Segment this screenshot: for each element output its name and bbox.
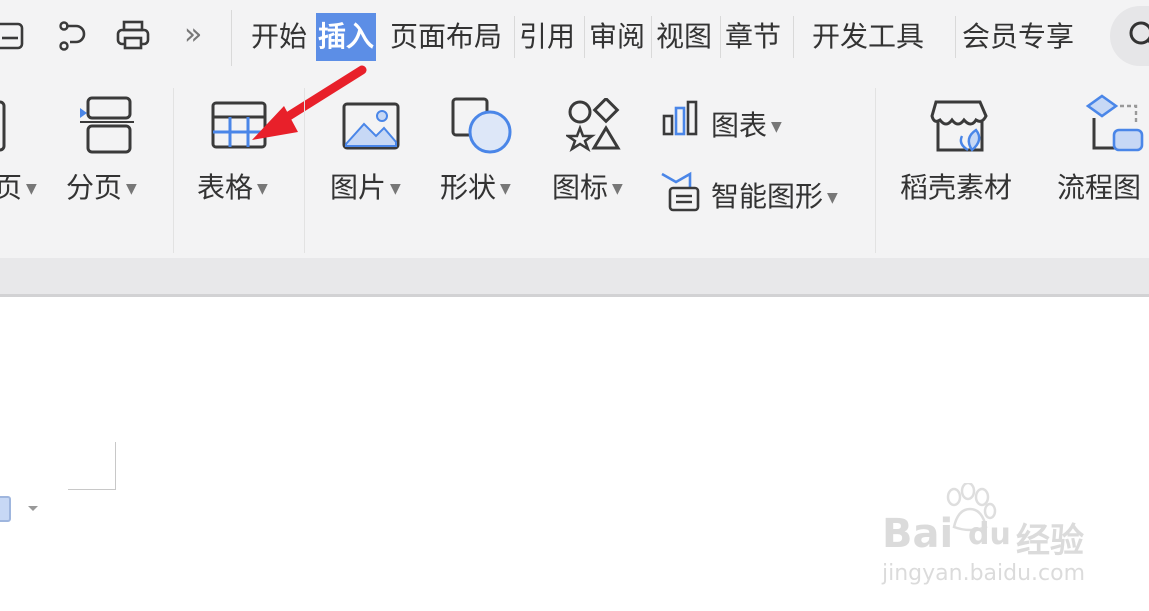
chevron-down-icon: ▼ [500,181,511,197]
paste-options-icon[interactable] [0,495,44,529]
tab-divider [955,16,956,58]
tab-divider [720,16,721,58]
tab-insert[interactable]: 插入 [316,13,377,61]
chevron-down-icon: ▼ [390,181,401,197]
tab-member-exclusive[interactable]: 会员专享 [962,14,1074,60]
undo-icon[interactable] [52,16,92,56]
page-margin-marker [115,442,116,490]
chevron-down-icon: ▼ [771,119,782,135]
ruler-bar [0,258,1149,297]
table-button[interactable]: 表格 ▼ [197,166,268,206]
page-margin-marker [68,489,116,490]
print-icon[interactable] [114,16,154,56]
menu-tab-bar: » 开始 插入 页面布局 引用 审阅 视图 章节 开发工具 会员专享 [0,0,1149,80]
insert-ribbon: 页 ▼ 分页 ▼ 表格 ▼ 图片 ▼ 形状 ▼ 图标 ▼ 图表 ▼ 智能图形 ▼… [0,65,1149,258]
picture-button[interactable]: 图片 ▼ [330,166,401,206]
smart-art-icon[interactable] [660,170,700,212]
chart-icon[interactable] [662,100,698,136]
shape-icon[interactable] [450,96,514,156]
shape-label: 形状 [440,171,497,204]
chevron-down-icon: ▼ [612,181,623,197]
more-quick-access-icon[interactable]: » [184,12,202,58]
watermark-url: jingyan.baidu.com [882,561,1086,586]
tab-start[interactable]: 开始 [251,14,307,60]
chevron-down-icon: ▼ [827,190,838,206]
chart-button[interactable]: 图表 ▼ [711,104,782,144]
picture-icon[interactable] [342,102,400,150]
page-break-label: 分页 [66,171,123,204]
tab-review[interactable]: 审阅 [589,14,645,60]
icon-label: 图标 [552,171,609,204]
group-divider [304,88,305,253]
tab-divider [231,10,232,66]
document-canvas[interactable]: Bai du 经验 jingyan.baidu.com [0,297,1149,611]
tab-references[interactable]: 引用 [519,14,575,60]
page-break-icon[interactable] [78,96,136,156]
group-divider [875,88,876,253]
flowchart-icon[interactable] [1084,94,1146,156]
blank-page-icon[interactable] [0,98,10,154]
watermark-brand-right: du [968,517,1011,552]
group-divider [173,88,174,253]
tab-developer-tools[interactable]: 开发工具 [812,14,924,60]
chevron-down-icon: ▼ [126,181,137,197]
page-break-button[interactable]: 分页 ▼ [66,166,137,206]
search-icon [1129,21,1149,45]
search-button[interactable] [1110,6,1149,66]
watermark-brand-cn: 经验 [1016,521,1084,561]
save-icon[interactable] [0,16,32,56]
tab-divider [651,16,652,58]
blank-page-label: 页 [0,171,23,204]
smart-art-label: 智能图形 [711,180,824,213]
smart-art-button[interactable]: 智能图形 ▼ [711,175,838,215]
table-label: 表格 [197,171,254,204]
watermark-brand-left: Bai [882,511,954,557]
tab-divider [514,16,515,58]
icon-button[interactable]: 图标 ▼ [552,166,623,206]
docer-material-icon[interactable] [930,98,992,154]
shape-button[interactable]: 形状 ▼ [440,166,511,206]
tab-divider [584,16,585,58]
flowchart-button[interactable]: 流程图 [1057,166,1141,206]
blank-page-button[interactable]: 页 ▼ [0,166,37,206]
docer-material-button[interactable]: 稻壳素材 [900,166,1012,206]
tab-divider [793,16,794,58]
tab-view[interactable]: 视图 [656,14,712,60]
picture-label: 图片 [330,171,387,204]
chart-label: 图表 [711,109,768,142]
chevron-down-icon: ▼ [257,181,268,197]
icon-library-icon[interactable] [566,98,622,152]
chevron-down-icon: ▼ [26,181,37,197]
tab-page-layout[interactable]: 页面布局 [390,14,502,60]
tab-sections[interactable]: 章节 [725,14,781,60]
